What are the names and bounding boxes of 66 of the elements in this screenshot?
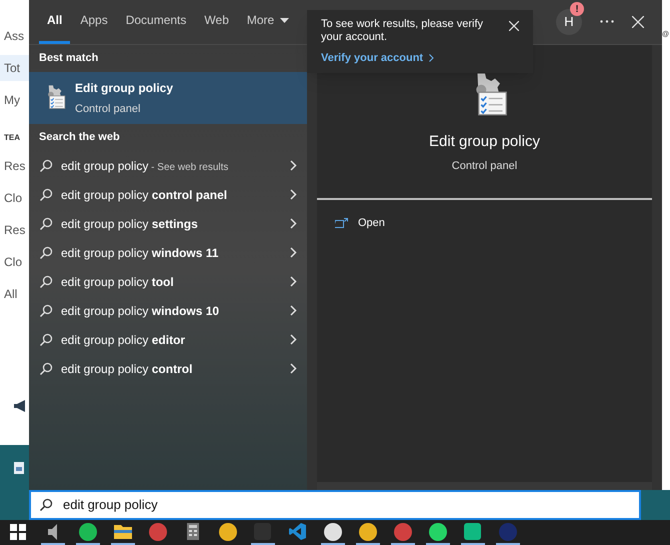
sidebar-item[interactable]: My	[0, 87, 29, 113]
chevron-right-icon	[290, 218, 297, 229]
sidebar-item[interactable]: Clo	[0, 185, 29, 211]
close-icon[interactable]	[509, 21, 519, 31]
web-suggestion[interactable]: edit group policy windows 10	[29, 296, 307, 325]
web-suggestion[interactable]: edit group policy settings	[29, 209, 307, 238]
open-window-icon	[335, 218, 348, 228]
sidebar-item[interactable]: Tot	[0, 55, 29, 81]
preview-subtitle: Control panel	[452, 158, 518, 174]
web-suggestion[interactable]: edit group policy tool	[29, 267, 307, 296]
section-heading: Search the web	[38, 130, 121, 146]
app-icon[interactable]	[358, 522, 376, 540]
search-icon	[39, 304, 53, 318]
speaker-icon[interactable]	[48, 524, 58, 540]
search-icon	[39, 498, 53, 512]
search-icon	[39, 246, 53, 260]
chevron-right-icon	[290, 334, 297, 345]
chevron-right-icon	[290, 189, 297, 200]
search-icon	[39, 158, 53, 172]
web-suggestion[interactable]: edit group policy control	[29, 354, 307, 383]
calculator-icon[interactable]	[186, 523, 198, 540]
sidebar-item[interactable]: Ass	[0, 23, 29, 49]
close-icon[interactable]	[632, 16, 644, 28]
web-suggestion[interactable]: edit group policy editor	[29, 325, 307, 354]
chevron-right-icon	[429, 54, 434, 62]
search-icon	[39, 332, 53, 346]
search-icon	[39, 274, 53, 288]
search-tab[interactable]: Documents	[118, 0, 194, 44]
chevron-right-icon	[290, 305, 297, 316]
search-icon	[39, 216, 53, 230]
megaphone-icon	[14, 400, 28, 412]
alert-badge: !	[570, 2, 584, 16]
web-suggestion[interactable]: edit group policy - See web results	[29, 151, 307, 180]
search-icon	[39, 362, 53, 376]
sidebar-item[interactable]: Clo	[0, 249, 29, 275]
web-suggestion[interactable]: edit group policy windows 11	[29, 238, 307, 267]
app-icon[interactable]	[324, 522, 342, 540]
verify-account-link[interactable]: Verify your account	[321, 50, 519, 66]
notice-text: To see work results, please verify your account.	[321, 18, 484, 44]
sidebar-item[interactable]: Res	[0, 217, 29, 243]
folder-icon[interactable]	[114, 524, 132, 539]
more-options-icon[interactable]	[600, 20, 614, 23]
web-suggestion[interactable]: edit group policy control panel	[29, 180, 307, 209]
code-editor-icon[interactable]	[289, 523, 306, 540]
search-field[interactable]: edit group policy	[29, 490, 641, 520]
sidebar-item[interactable]: All	[0, 281, 29, 307]
section-heading: Best match	[38, 51, 100, 66]
chevron-right-icon	[290, 276, 297, 287]
sidebar-item[interactable]: TEA	[0, 128, 29, 148]
app-icon[interactable]	[428, 522, 446, 540]
open-action[interactable]: Open	[317, 200, 652, 246]
app-icon[interactable]	[218, 522, 236, 540]
search-icon	[39, 188, 53, 202]
search-tab[interactable]: More	[238, 0, 298, 44]
chevron-right-icon	[290, 160, 297, 171]
sidebar-item[interactable]: Res	[0, 153, 29, 179]
preview-title: Edit group policy	[429, 132, 540, 152]
best-match-result[interactable]: Edit group policy Control panel	[29, 72, 307, 124]
caret-down-icon	[280, 18, 290, 22]
search-tab[interactable]: Apps	[72, 0, 116, 44]
chevron-right-icon	[290, 363, 297, 374]
chevron-right-icon	[290, 247, 297, 258]
search-tab[interactable]: Web	[196, 0, 237, 44]
file-icon	[14, 462, 24, 474]
windows-logo-icon[interactable]	[10, 524, 26, 540]
app-icon[interactable]	[78, 522, 96, 540]
